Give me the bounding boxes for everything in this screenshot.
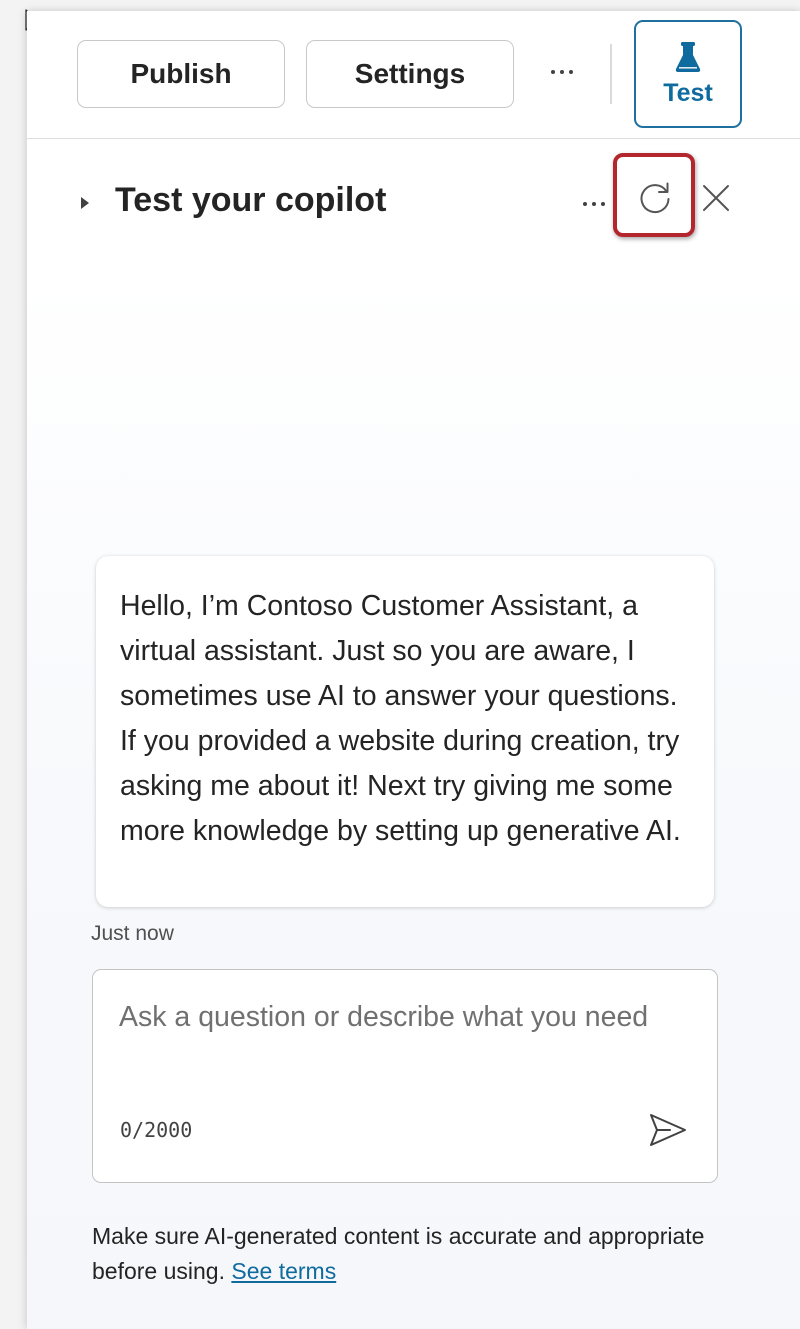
ai-disclaimer: Make sure AI-generated content is accura… [92, 1219, 712, 1289]
see-terms-link[interactable]: See terms [231, 1258, 336, 1284]
refresh-icon[interactable] [636, 178, 674, 216]
test-button[interactable]: Test [634, 20, 742, 128]
more-horizontal-icon-dot [560, 70, 564, 74]
close-icon[interactable] [701, 183, 731, 213]
test-copilot-panel: Publish Settings Test Test your copilot [27, 11, 800, 1329]
more-options-button[interactable] [539, 57, 585, 87]
command-bar: Publish Settings Test [27, 11, 800, 139]
pane-header: Test your copilot [27, 139, 800, 259]
publish-button[interactable]: Publish [77, 40, 285, 108]
test-button-label: Test [663, 78, 713, 107]
more-horizontal-icon [583, 202, 587, 206]
pane-title: Test your copilot [115, 181, 387, 219]
expand-caret-icon[interactable] [81, 197, 89, 209]
character-counter: 0/2000 [120, 1118, 193, 1142]
bot-message-text: Hello, I’m Contoso Customer Assistant, a… [120, 590, 681, 847]
more-horizontal-icon-dot [592, 202, 596, 206]
more-horizontal-icon-dot [569, 70, 573, 74]
chat-input-box: 0/2000 [92, 969, 718, 1183]
settings-button[interactable]: Settings [306, 40, 514, 108]
ai-disclaimer-text: Make sure AI-generated content is accura… [92, 1223, 705, 1284]
publish-button-label: Publish [130, 58, 232, 89]
toolbar-divider [610, 44, 612, 104]
chat-input-field[interactable] [119, 996, 689, 1092]
send-icon[interactable] [648, 1112, 688, 1148]
beaker-icon [675, 41, 701, 72]
bot-message-bubble: Hello, I’m Contoso Customer Assistant, a… [96, 556, 714, 907]
pane-more-options-button[interactable] [575, 197, 613, 211]
message-timestamp: Just now [91, 922, 174, 945]
more-horizontal-icon-dot [601, 202, 605, 206]
settings-button-label: Settings [354, 58, 466, 89]
more-horizontal-icon [551, 70, 555, 74]
